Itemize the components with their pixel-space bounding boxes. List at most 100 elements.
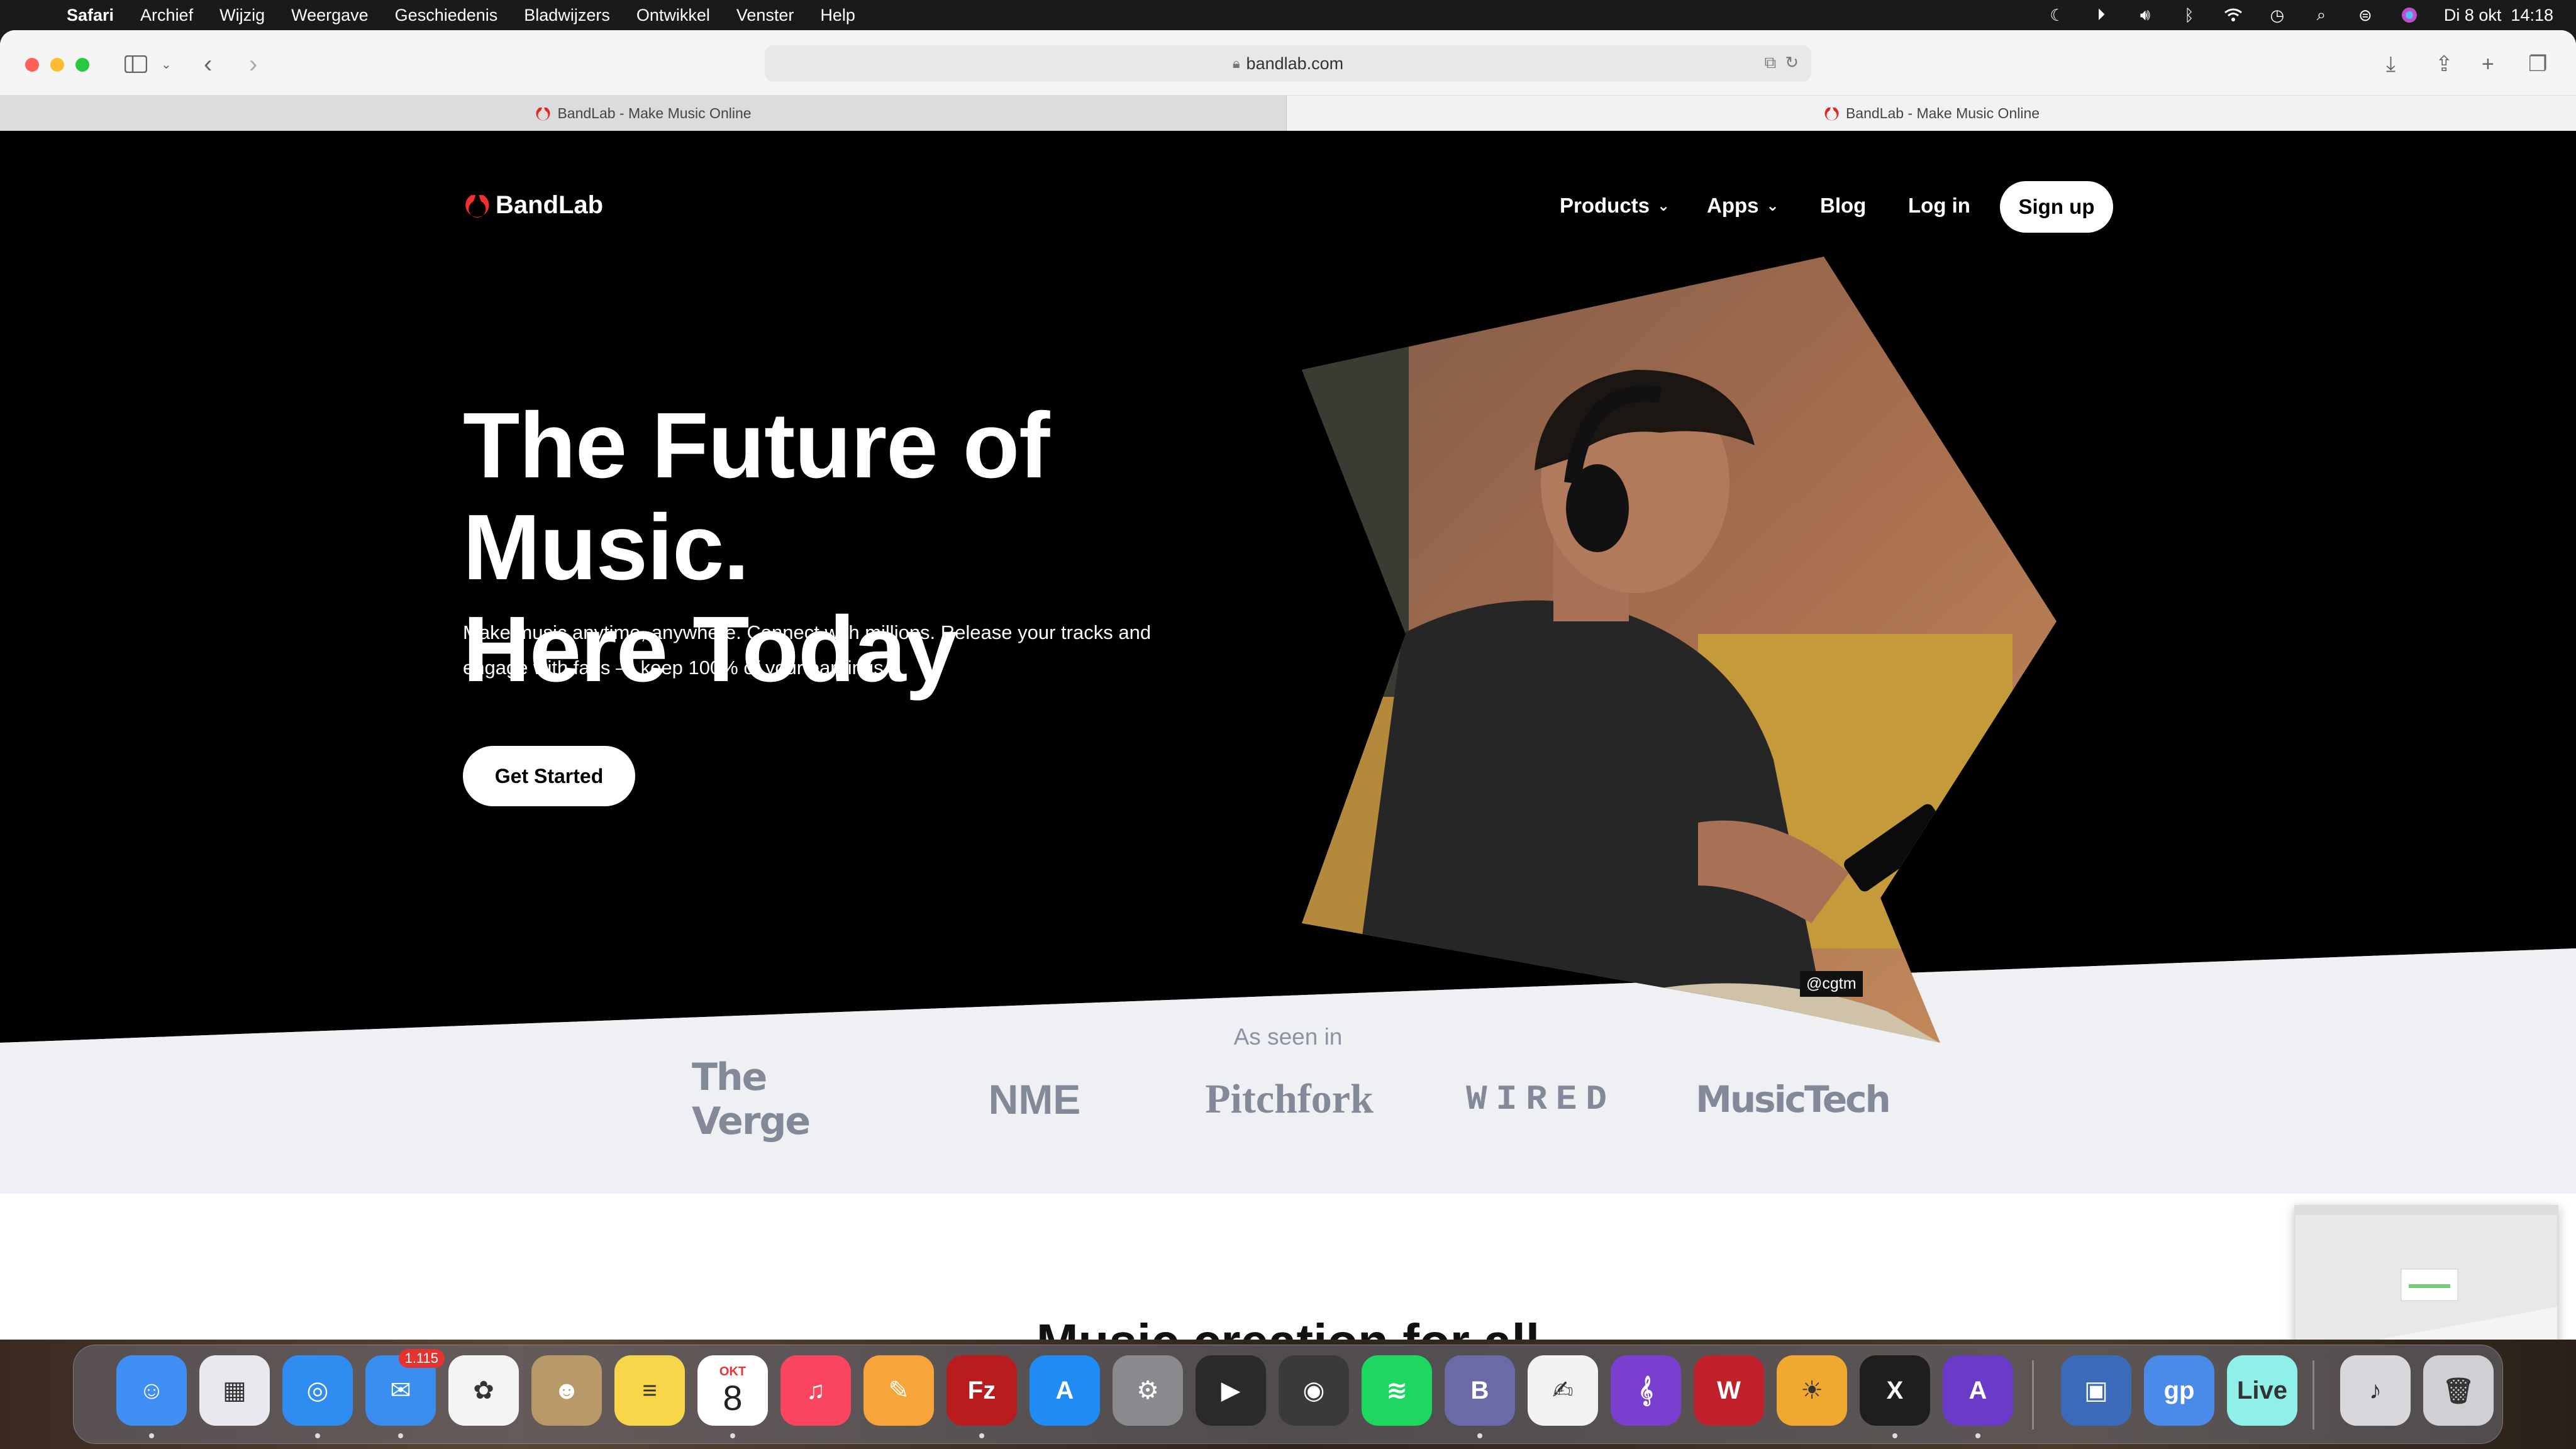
volume-icon[interactable]: 🔊︎: [2136, 5, 2155, 25]
play-icon[interactable]: ⏵: [2092, 5, 2111, 25]
menu-weergave[interactable]: Weergave: [291, 6, 369, 25]
translate-icon[interactable]: ⧉: [1765, 53, 1777, 73]
sidebar-toggle-icon[interactable]: [123, 52, 148, 77]
dock-launchpad-icon[interactable]: ▦: [199, 1355, 270, 1426]
moon-icon[interactable]: ☾: [2048, 6, 2067, 25]
dock-music-folder-icon[interactable]: ♪: [2340, 1355, 2411, 1426]
address-bar[interactable]: 🔒︎ bandlab.com ⧉ ↻: [765, 45, 1811, 82]
tab-overview-icon[interactable]: ❐: [2528, 52, 2547, 77]
tab-label: BandLab - Make Music Online: [1845, 104, 2040, 121]
nav-products[interactable]: Products ⌄: [1560, 194, 1670, 218]
safari-window: ⌄ ‹ › 🔒︎ bandlab.com ⧉ ↻ ⤓ ⇪ + ❐ BandLab…: [0, 30, 2576, 1340]
siri-icon[interactable]: [2400, 6, 2419, 25]
dock-calendar-icon[interactable]: OKT 8: [697, 1355, 768, 1426]
dock-photos-icon[interactable]: ✿: [448, 1355, 519, 1426]
chevron-down-icon: ⌄: [1766, 197, 1779, 214]
menu-bladwijzers[interactable]: Bladwijzers: [524, 6, 610, 25]
dock-running-indicator: [398, 1433, 403, 1438]
dock-mail-icon[interactable]: ✉ 1.115: [365, 1349, 445, 1426]
tab-bandlab-1[interactable]: BandLab - Make Music Online: [0, 96, 1287, 131]
close-window-button[interactable]: [25, 58, 39, 72]
lock-icon: 🔒︎: [1232, 55, 1240, 71]
tab-bar: BandLab - Make Music Online BandLab - Ma…: [0, 96, 2576, 131]
menu-wijzig[interactable]: Wijzig: [219, 6, 265, 25]
dock-pages-icon[interactable]: ✎: [863, 1355, 934, 1426]
dock-trash-icon[interactable]: 🗑︎: [2423, 1355, 2494, 1426]
hero-subtitle: Make music anytime, anywhere. Connect wi…: [463, 621, 1152, 679]
forward-icon[interactable]: ›: [249, 50, 257, 78]
dock-notation-icon[interactable]: 𝄞: [1611, 1355, 1681, 1426]
dock-affinity-icon[interactable]: A: [1943, 1355, 2013, 1426]
brand-name: BandLab: [496, 191, 604, 219]
dock-notes-icon[interactable]: ≡: [614, 1355, 685, 1426]
photo-credit[interactable]: @cgtm: [1800, 971, 1863, 997]
menu-help[interactable]: Help: [820, 6, 855, 25]
mail-unread-badge: 1.115: [398, 1349, 445, 1368]
dock-running-indicator: [315, 1433, 320, 1438]
pitchfork-logo: Pitchfork: [1205, 1076, 1374, 1122]
menu-bar: Safari Archief Wijzig Weergave Geschiede…: [0, 0, 2576, 30]
hero-photo: [1302, 257, 2057, 1043]
signup-button[interactable]: Sign up: [2000, 181, 2113, 233]
as-seen-in-label: As seen in: [1233, 1024, 1343, 1050]
nav-products-label: Products: [1560, 194, 1650, 217]
dock-final-cut-pro-icon[interactable]: ▶: [1196, 1355, 1266, 1426]
download-icon[interactable]: ⤓: [2386, 52, 2396, 77]
dock-bbedit-icon[interactable]: B: [1445, 1355, 1515, 1426]
get-started-button[interactable]: Get Started: [463, 746, 635, 806]
dock-finder-icon[interactable]: ☺: [116, 1355, 187, 1426]
dock-textedit-icon[interactable]: ✍: [1528, 1355, 1598, 1426]
dock-x32-edit-icon[interactable]: X: [1860, 1355, 1930, 1426]
browser-toolbar: ⌄ ‹ › 🔒︎ bandlab.com ⧉ ↻ ⤓ ⇪ + ❐: [0, 30, 2576, 96]
dock-safari-icon[interactable]: ◎: [282, 1355, 353, 1426]
dock-running-indicator: [979, 1433, 984, 1438]
chevron-down-icon[interactable]: ⌄: [161, 52, 172, 77]
nav-apps-label: Apps: [1707, 194, 1759, 217]
dock-preview-icon[interactable]: ▣: [2061, 1355, 2131, 1426]
dock-spotify-icon[interactable]: ≋: [1362, 1355, 1432, 1426]
dock-live-icon[interactable]: Live: [2227, 1355, 2297, 1426]
search-icon[interactable]: ⌕: [2312, 5, 2331, 25]
calendar-month: OKT: [719, 1364, 747, 1379]
menu-app-safari[interactable]: Safari: [67, 6, 114, 25]
menu-venster[interactable]: Venster: [736, 6, 794, 25]
thumbnail-preview: [2296, 1206, 2557, 1340]
bluetooth-icon[interactable]: ᛒ: [2180, 6, 2199, 25]
nav-login[interactable]: Log in: [1908, 194, 1970, 218]
next-section-heading: Music creation for all: [0, 1313, 2576, 1340]
bandlab-logo[interactable]: BandLab: [463, 191, 603, 219]
dock-guitar-pro-icon[interactable]: gp: [2144, 1355, 2214, 1426]
dock-contacts-icon[interactable]: ☻: [531, 1355, 602, 1426]
dock-system-settings-icon[interactable]: ⚙: [1113, 1355, 1183, 1426]
reload-icon[interactable]: ↻: [1785, 53, 1799, 73]
dock-separator: [2312, 1360, 2314, 1430]
nav-apps[interactable]: Apps ⌄: [1707, 194, 1779, 218]
dock-running-indicator: [1892, 1433, 1897, 1438]
menu-archief[interactable]: Archief: [140, 6, 193, 25]
menubar-clock[interactable]: Di 8 okt 14:18: [2444, 6, 2553, 25]
zoom-window-button[interactable]: [75, 58, 89, 72]
dock-app-store-icon[interactable]: A: [1030, 1355, 1100, 1426]
back-icon[interactable]: ‹: [204, 50, 212, 78]
musictech-logo: MusicTech: [1696, 1078, 1891, 1121]
dock-sunny-icon[interactable]: ☀: [1777, 1355, 1847, 1426]
share-icon[interactable]: ⇪: [2435, 52, 2453, 77]
screenshot-thumbnail[interactable]: [2294, 1205, 2558, 1340]
menu-geschiedenis[interactable]: Geschiedenis: [395, 6, 498, 25]
calendar-day: 8: [723, 1377, 743, 1418]
dock-waves-icon[interactable]: W: [1694, 1355, 1764, 1426]
bandlab-favicon-icon: [536, 108, 550, 121]
dock: ☺ ▦ ◎ ✉ 1.115 ✿ ☻ ≡ OKT 8 ♫ ✎ Fz A ⚙ ▶ ◉ ≋ B ✍ 𝄞 W ☀ X A ▣ gp Live ♪…: [73, 1345, 2503, 1444]
new-tab-icon[interactable]: +: [2482, 52, 2494, 77]
dock-music-icon[interactable]: ♫: [780, 1355, 851, 1426]
nav-blog[interactable]: Blog: [1820, 194, 1866, 218]
wifi-icon[interactable]: [2224, 6, 2243, 25]
dock-logic-pro-icon[interactable]: ◉: [1279, 1355, 1349, 1426]
minimize-window-button[interactable]: [50, 58, 64, 72]
tab-label: BandLab - Make Music Online: [557, 104, 752, 121]
time-machine-icon[interactable]: ◷: [2268, 6, 2287, 25]
dock-filezilla-icon[interactable]: Fz: [947, 1355, 1017, 1426]
menu-ontwikkel[interactable]: Ontwikkel: [636, 6, 710, 25]
control-center-icon[interactable]: ⊜: [2356, 6, 2375, 25]
tab-bandlab-2[interactable]: BandLab - Make Music Online: [1287, 96, 2576, 131]
